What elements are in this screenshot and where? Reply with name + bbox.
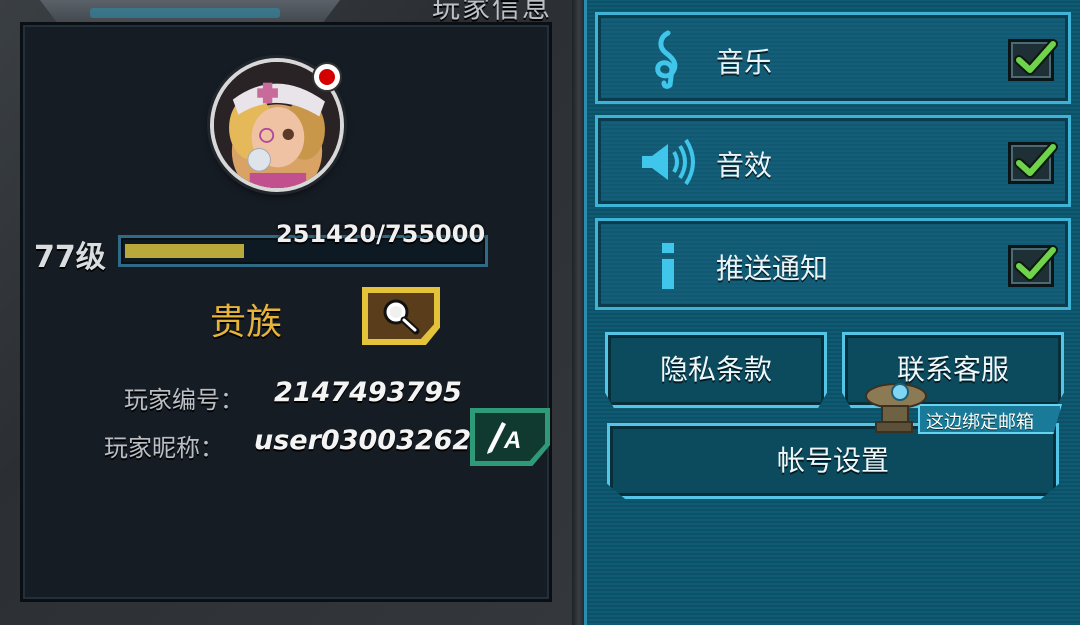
privacy-policy-label: 隐私条款	[659, 353, 772, 386]
speaker-icon	[642, 138, 695, 186]
magnifier-icon	[383, 299, 420, 335]
setting-label-push-notifications: 推送通知	[716, 252, 829, 285]
setting-label-sound-effects: 音效	[716, 149, 773, 182]
bind-email-tooltip[interactable]: 这边绑定邮箱	[860, 378, 1062, 438]
player-level: 77级	[34, 240, 106, 275]
setting-row-sound-effects[interactable]: 音效	[595, 115, 1071, 207]
treble-clef-icon	[655, 30, 678, 89]
player-nickname-value: user03003262	[254, 425, 472, 456]
rename-button[interactable]: A	[470, 408, 550, 466]
vip-rank-label: 贵族	[210, 302, 283, 343]
music-checkbox[interactable]	[1008, 39, 1058, 81]
setting-label-music: 音乐	[716, 46, 773, 79]
checkmark-icon	[1014, 39, 1058, 75]
setting-row-music[interactable]: 音乐	[595, 12, 1071, 104]
bind-email-tooltip-text: 这边绑定邮箱	[926, 412, 1034, 433]
exp-value: 251420/755000	[276, 220, 486, 248]
player-id-label: 玩家编号：	[124, 386, 244, 414]
notification-dot	[312, 62, 342, 92]
player-info-panel: 玩家信息 77级 251420/755000 贵族 玩家编号： 21474937…	[0, 0, 580, 625]
sound-effects-checkbox[interactable]	[1008, 142, 1058, 184]
push-notifications-checkbox[interactable]	[1008, 245, 1058, 287]
checkmark-icon	[1014, 142, 1058, 178]
player-id-value: 2147493795	[274, 377, 462, 408]
info-icon	[662, 243, 674, 289]
privacy-policy-button[interactable]: 隐私条款	[605, 332, 827, 408]
checkmark-icon	[1014, 245, 1058, 281]
edit-name-icon: A	[487, 422, 521, 454]
robot-mascot-icon	[865, 383, 927, 433]
exp-progress-fill	[125, 244, 244, 258]
svg-text:A: A	[503, 427, 521, 454]
setting-row-push-notifications[interactable]: 推送通知	[595, 218, 1071, 310]
rank-detail-button[interactable]	[362, 287, 440, 345]
settings-panel: 音乐 音效 推送通知 隐私条款 联系客服 帐号设置	[584, 0, 1080, 625]
player-nickname-label: 玩家昵称：	[104, 434, 224, 462]
